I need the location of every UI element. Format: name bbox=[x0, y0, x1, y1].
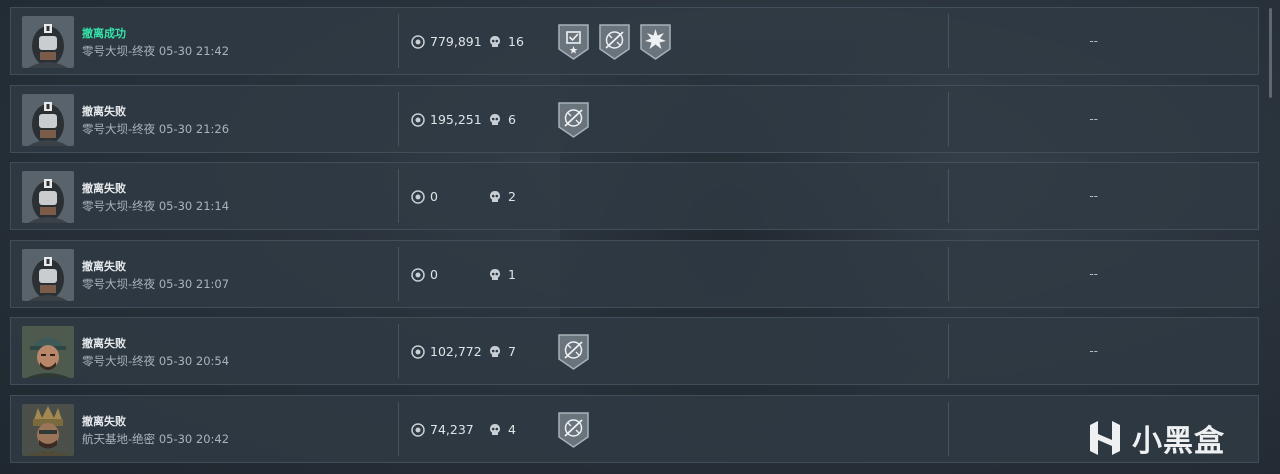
map-time-info: 零号大坝-终夜 05-30 21:26 bbox=[82, 121, 229, 137]
kills-skull-icon bbox=[490, 346, 500, 357]
map-time-info: 航天基地-绝密 05-30 20:42 bbox=[82, 431, 229, 447]
divider bbox=[398, 324, 399, 378]
extraction-status: 撤离失败 bbox=[82, 182, 126, 195]
match-time: 05-30 20:54 bbox=[158, 354, 230, 368]
divider bbox=[948, 91, 949, 146]
value-coin-icon bbox=[411, 422, 425, 437]
shotgun-badge-icon[interactable] bbox=[598, 23, 631, 61]
kills-skull-icon bbox=[490, 36, 500, 47]
extraction-status: 撤离成功 bbox=[82, 27, 126, 40]
match-time: 05-30 20:42 bbox=[158, 431, 230, 446]
divider bbox=[948, 246, 949, 301]
match-record-row[interactable]: 撤离失败 零号大坝-终夜 05-30 21:07 0 1 -- bbox=[10, 239, 1259, 308]
achievement-badges bbox=[557, 23, 672, 61]
shotgun-badge-icon[interactable] bbox=[557, 411, 590, 449]
shotgun-badge-icon[interactable] bbox=[557, 333, 590, 371]
operator-avatar bbox=[22, 171, 74, 223]
value-coin-icon bbox=[411, 190, 425, 204]
divider bbox=[948, 324, 949, 378]
extra-info: -- bbox=[1089, 344, 1098, 358]
achievement-badges bbox=[557, 333, 590, 371]
kill-count: 4 bbox=[508, 421, 516, 437]
loot-value: 779,891 bbox=[430, 34, 482, 49]
map-time-info: 零号大坝-终夜 05-30 21:07 bbox=[82, 276, 229, 292]
divider bbox=[398, 169, 399, 223]
operator-avatar bbox=[22, 93, 74, 146]
map-name: 零号大坝-终夜 bbox=[82, 199, 156, 213]
extraction-status: 撤离失败 bbox=[82, 337, 126, 350]
map-name: 零号大坝-终夜 bbox=[82, 44, 156, 58]
operator-avatar bbox=[22, 248, 74, 301]
achievement-badges bbox=[557, 101, 590, 139]
kill-count: 1 bbox=[508, 266, 516, 282]
match-time: 05-30 21:14 bbox=[158, 199, 230, 213]
map-time-info: 零号大坝-终夜 05-30 21:14 bbox=[82, 198, 229, 214]
extra-info: -- bbox=[1089, 266, 1098, 281]
map-name: 零号大坝-终夜 bbox=[82, 354, 156, 368]
loot-value: 195,251 bbox=[430, 111, 482, 127]
map-time-info: 零号大坝-终夜 05-30 21:42 bbox=[82, 43, 229, 59]
map-time-info: 零号大坝-终夜 05-30 20:54 bbox=[82, 353, 229, 369]
watermark: 小黑盒 bbox=[1086, 416, 1225, 460]
kills-skull-icon bbox=[490, 191, 500, 202]
divider bbox=[948, 169, 949, 223]
shotgun-badge-icon[interactable] bbox=[557, 101, 590, 139]
loot-value: 74,237 bbox=[430, 421, 474, 437]
match-history-list: 撤离成功 零号大坝-终夜 05-30 21:42 779,891 16 -- 撤… bbox=[10, 7, 1259, 472]
kill-count: 7 bbox=[508, 344, 516, 359]
map-name: 零号大坝-终夜 bbox=[82, 121, 156, 136]
operator-avatar bbox=[22, 16, 74, 68]
match-time: 05-30 21:07 bbox=[158, 276, 230, 291]
match-record-row[interactable]: 撤离失败 航天基地-绝密 05-30 20:42 74,237 4 bbox=[10, 394, 1259, 463]
watermark-text: 小黑盒 bbox=[1132, 424, 1225, 459]
achievement-badges bbox=[557, 411, 590, 449]
match-record-row[interactable]: 撤离失败 零号大坝-终夜 05-30 20:54 102,772 7 -- bbox=[10, 317, 1259, 385]
kill-count: 2 bbox=[508, 189, 516, 204]
divider bbox=[398, 91, 399, 146]
kill-count: 16 bbox=[508, 34, 524, 49]
match-record-row[interactable]: 撤离失败 零号大坝-终夜 05-30 21:14 0 2 -- bbox=[10, 162, 1259, 230]
extra-info: -- bbox=[1089, 111, 1098, 126]
extra-info: -- bbox=[1089, 189, 1098, 203]
kills-skull-icon bbox=[490, 268, 500, 280]
divider bbox=[948, 14, 949, 68]
kills-skull-icon bbox=[490, 113, 500, 125]
match-record-row[interactable]: 撤离失败 零号大坝-终夜 05-30 21:26 195,251 6 -- bbox=[10, 84, 1259, 153]
divider bbox=[948, 401, 949, 456]
divider bbox=[398, 401, 399, 456]
extraction-status: 撤离失败 bbox=[82, 414, 126, 428]
extraction-status: 撤离失败 bbox=[82, 259, 126, 273]
loot-value: 102,772 bbox=[430, 344, 482, 359]
match-time: 05-30 21:42 bbox=[158, 44, 230, 58]
value-coin-icon bbox=[411, 112, 425, 127]
value-coin-icon bbox=[411, 345, 425, 359]
map-name: 航天基地-绝密 bbox=[82, 431, 156, 446]
assault-badge-icon[interactable] bbox=[557, 23, 590, 61]
operator-avatar bbox=[22, 403, 74, 456]
divider bbox=[398, 14, 399, 68]
map-name: 零号大坝-终夜 bbox=[82, 276, 156, 291]
match-time: 05-30 21:26 bbox=[158, 121, 230, 136]
explosion-badge-icon[interactable] bbox=[639, 23, 672, 61]
loot-value: 0 bbox=[430, 266, 438, 282]
match-record-row[interactable]: 撤离成功 零号大坝-终夜 05-30 21:42 779,891 16 -- bbox=[10, 7, 1259, 75]
kills-skull-icon bbox=[490, 423, 500, 435]
value-coin-icon bbox=[411, 35, 425, 49]
operator-avatar bbox=[22, 326, 74, 378]
scrollbar[interactable] bbox=[1269, 8, 1272, 98]
divider bbox=[398, 246, 399, 301]
extra-info: -- bbox=[1089, 34, 1098, 48]
kill-count: 6 bbox=[508, 111, 516, 127]
loot-value: 0 bbox=[430, 189, 438, 204]
extraction-status: 撤离失败 bbox=[82, 104, 126, 118]
xiaoheihe-logo-icon bbox=[1090, 421, 1120, 455]
value-coin-icon bbox=[411, 267, 425, 282]
